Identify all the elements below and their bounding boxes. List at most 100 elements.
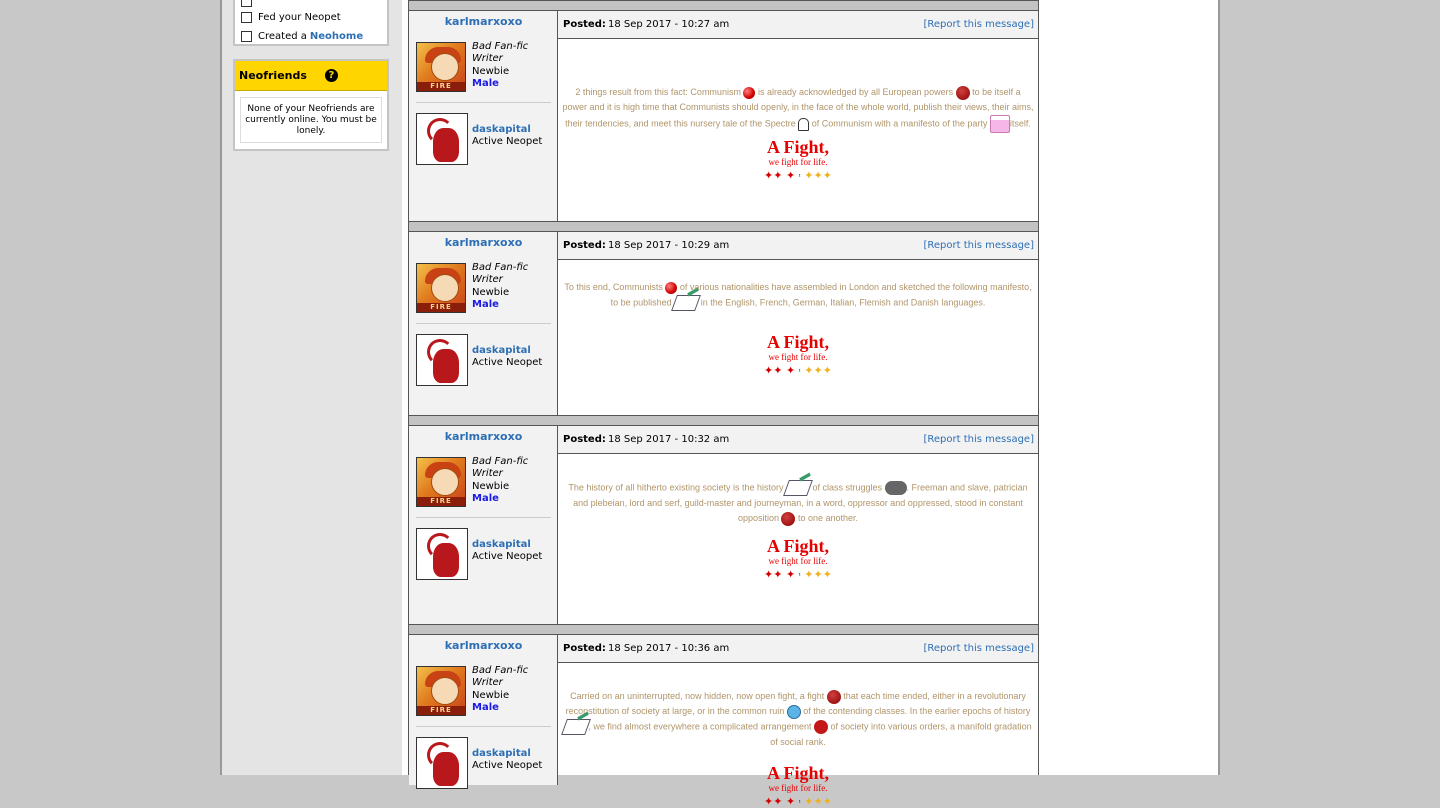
star-icons: ᶦ (798, 571, 801, 580)
star-icons: ✦✦ ✦ (764, 568, 796, 581)
star-icons: ✦✦✦ (804, 169, 832, 182)
pet-image[interactable] (416, 113, 468, 165)
pet-name[interactable]: daskapital (472, 539, 531, 550)
pet-image[interactable] (416, 528, 468, 580)
checklist-label: Fed your Neopet (258, 11, 341, 23)
pet-status: Active Neopet (472, 551, 543, 562)
author-gender: Male (472, 493, 499, 504)
signature-title: A Fight, (766, 332, 829, 352)
checkbox[interactable] (241, 11, 252, 23)
report-label[interactable]: Report this message (927, 434, 1030, 445)
posted-label: Posted: (563, 434, 606, 445)
pet-name[interactable]: daskapital (472, 345, 531, 356)
post-body: 2 things result from this fact: Communis… (558, 39, 1038, 221)
checkbox[interactable] (241, 30, 252, 42)
daily-checklist: Fed your Neopet Created a Neohome (233, 0, 389, 46)
star-icons: ✦✦✦ (804, 568, 832, 581)
post: karlmarxoxo FIRE Bad Fan-fic Writer Newb… (409, 635, 1038, 808)
pet-name[interactable]: daskapital (472, 748, 531, 759)
author-title: Bad Fan-fic Writer (472, 456, 529, 479)
post: karlmarxoxo FIRE Bad Fan-fic Writer Newb… (409, 11, 1038, 221)
book-quill-icon (561, 719, 592, 735)
post-text-segment: , we find almost everywhere a complicate… (588, 721, 814, 732)
signature-title: A Fight, (766, 137, 829, 157)
author-username[interactable]: karlmarxoxo (409, 639, 558, 652)
author-status: Newbie (472, 690, 510, 701)
pet-body (433, 349, 459, 383)
post: karlmarxoxo FIRE Bad Fan-fic Writer Newb… (409, 426, 1038, 624)
angry-face-icon (781, 511, 796, 526)
signature-subtitle: we fight for life. (768, 157, 828, 167)
signature-title: A Fight, (766, 536, 829, 556)
report-message-link[interactable]: [Report this message] (923, 643, 1034, 654)
pet-image[interactable] (416, 737, 468, 789)
star-icons: ✦✦✦ (804, 364, 832, 377)
star-icons: ᶦ (798, 367, 801, 376)
fire-badge: FIRE (417, 706, 465, 715)
post-header: Posted: 18 Sep 2017 - 10:32 am [Report t… (558, 426, 1038, 454)
report-message-link[interactable]: [Report this message] (923, 19, 1034, 30)
help-icon[interactable]: ? (324, 69, 338, 82)
author-divider (416, 102, 551, 103)
report-bracket: ] (1030, 19, 1034, 30)
post-separator (409, 624, 1038, 635)
post-text-segment: itself. (1009, 118, 1031, 129)
pet-status: Active Neopet (472, 760, 543, 771)
signature-stars: ✦✦ ✦ ᶦ ✦✦✦ (558, 364, 1038, 377)
report-message-link[interactable]: [Report this message] (923, 434, 1034, 445)
posted-date: 18 Sep 2017 - 10:32 am (608, 434, 730, 445)
red-ball-icon (665, 281, 678, 294)
avatar-face (431, 677, 459, 705)
report-bracket: ] (1030, 434, 1034, 445)
angry-face-icon (826, 689, 841, 704)
posted-date: 18 Sep 2017 - 10:29 am (608, 240, 730, 251)
post-text: Carried on an uninterrupted, now hidden,… (561, 689, 1034, 750)
pet-body (433, 543, 459, 577)
author-username[interactable]: karlmarxoxo (409, 430, 558, 443)
neohome-link[interactable]: Neohome (310, 31, 363, 42)
author-column: karlmarxoxo FIRE Bad Fan-fic Writer Newb… (409, 426, 558, 624)
avatar-face (431, 468, 459, 496)
author-avatar[interactable]: FIRE (416, 457, 466, 507)
post-text: The history of all hitherto existing soc… (562, 480, 1034, 526)
report-message-link[interactable]: [Report this message] (923, 240, 1034, 251)
pet-name[interactable]: daskapital (472, 124, 531, 135)
author-title: Bad Fan-fic Writer (472, 41, 529, 64)
book-quill-icon (783, 480, 813, 496)
report-label[interactable]: Report this message (927, 19, 1030, 30)
author-gender: Male (472, 78, 499, 89)
report-label[interactable]: Report this message (927, 240, 1030, 251)
report-label[interactable]: Report this message (927, 643, 1030, 654)
post-text-segment: Carried on an uninterrupted, now hidden,… (570, 691, 827, 701)
signature-subtitle: we fight for life. (768, 352, 828, 362)
pet-status: Active Neopet (472, 136, 543, 147)
rose-icon (814, 720, 828, 734)
signature-subtitle: we fight for life. (768, 556, 828, 566)
post-text-segment: To this end, Communists (564, 282, 666, 292)
report-bracket: ] (1030, 643, 1034, 654)
checkbox[interactable] (241, 0, 252, 7)
star-icons: ᶦ (798, 172, 801, 181)
author-status: Newbie (472, 287, 510, 298)
author-gender: Male (472, 299, 499, 310)
checklist-item-fed-neopet: Fed your Neopet (241, 10, 341, 24)
star-icons: ✦✦ ✦ (764, 795, 796, 808)
author-username[interactable]: karlmarxoxo (409, 236, 558, 249)
ghost-icon (798, 117, 810, 131)
author-status: Newbie (472, 66, 510, 77)
pet-body (433, 128, 459, 162)
author-avatar[interactable]: FIRE (416, 42, 466, 92)
author-avatar[interactable]: FIRE (416, 666, 466, 716)
author-gender: Male (472, 702, 499, 713)
message-thread: karlmarxoxo FIRE Bad Fan-fic Writer Newb… (408, 0, 1039, 808)
author-avatar[interactable]: FIRE (416, 263, 466, 313)
report-bracket: ] (1030, 240, 1034, 251)
pet-image[interactable] (416, 334, 468, 386)
post-text-segment: The history of all hitherto existing soc… (568, 482, 786, 493)
author-column: karlmarxoxo FIRE Bad Fan-fic Writer Newb… (409, 11, 558, 221)
author-divider (416, 517, 551, 518)
checklist-label: Created a (258, 30, 307, 42)
neofriends-panel: Neofriends ? None of your Neofriends are… (233, 59, 389, 151)
star-icons: ✦✦ ✦ (764, 364, 796, 377)
author-username[interactable]: karlmarxoxo (409, 15, 558, 28)
